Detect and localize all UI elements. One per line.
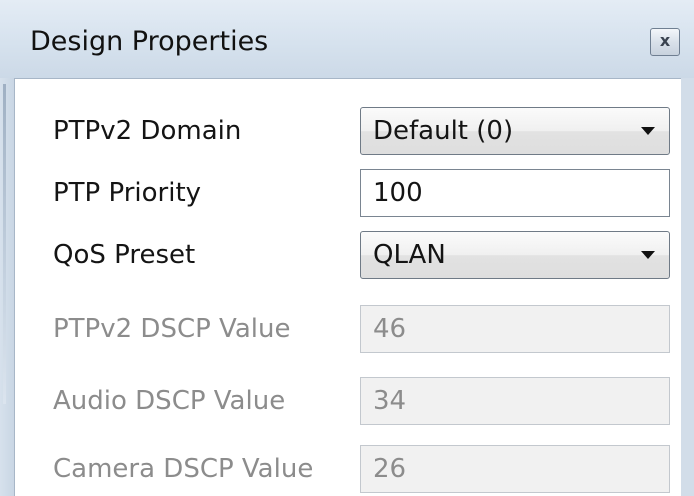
qos-preset-value: QLAN	[373, 240, 446, 270]
chevron-down-icon	[641, 127, 655, 135]
audio-dscp-label: Audio DSCP Value	[53, 386, 286, 416]
row-audio-dscp: Audio DSCP Value 34	[15, 373, 681, 429]
window-title: Design Properties	[30, 26, 269, 57]
ptpv2-dscp-input: 46	[360, 305, 670, 353]
ptpv2-dscp-label: PTPv2 DSCP Value	[53, 314, 291, 344]
audio-dscp-value: 34	[373, 386, 407, 416]
window-frame-highlight	[3, 84, 6, 404]
row-qos-preset: QoS Preset QLAN	[15, 227, 681, 283]
row-ptp-priority: PTP Priority 100	[15, 165, 681, 221]
row-ptpv2-dscp: PTPv2 DSCP Value 46	[15, 301, 681, 357]
audio-dscp-input: 34	[360, 377, 670, 425]
camera-dscp-input: 26	[360, 445, 670, 493]
design-properties-window: Design Properties x PTPv2 Domain Default…	[0, 0, 694, 496]
window-frame-right	[681, 78, 694, 496]
camera-dscp-label: Camera DSCP Value	[53, 454, 314, 484]
ptpv2-domain-label: PTPv2 Domain	[53, 116, 242, 146]
ptpv2-dscp-value: 46	[373, 314, 407, 344]
ptpv2-domain-value: Default (0)	[373, 116, 514, 146]
row-camera-dscp: Camera DSCP Value 26	[15, 441, 681, 496]
ptpv2-domain-dropdown[interactable]: Default (0)	[360, 107, 670, 155]
qos-preset-label: QoS Preset	[53, 240, 196, 270]
row-ptpv2-domain: PTPv2 Domain Default (0)	[15, 103, 681, 159]
close-icon: x	[659, 31, 671, 50]
close-button[interactable]: x	[650, 28, 680, 56]
properties-panel: PTPv2 Domain Default (0) PTP Priority 10…	[15, 78, 681, 496]
ptp-priority-label: PTP Priority	[53, 178, 202, 208]
ptp-priority-value: 100	[373, 178, 423, 208]
ptp-priority-input[interactable]: 100	[360, 169, 670, 217]
camera-dscp-value: 26	[373, 454, 407, 484]
chevron-down-icon	[641, 251, 655, 259]
qos-preset-dropdown[interactable]: QLAN	[360, 231, 670, 279]
